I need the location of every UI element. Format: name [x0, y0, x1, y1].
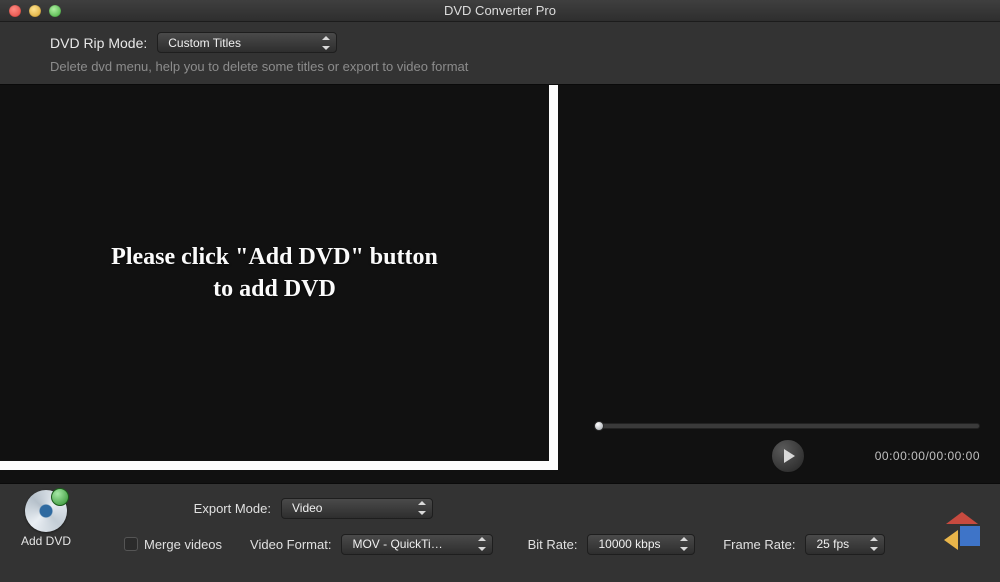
dvd-disc-icon — [25, 490, 67, 532]
rip-mode-label: DVD Rip Mode: — [50, 35, 147, 51]
main-area: Please click "Add DVD" button to add DVD… — [0, 84, 1000, 484]
add-dvd-placeholder: Please click "Add DVD" button to add DVD — [111, 241, 438, 306]
frame-rate-select[interactable]: 25 fps — [805, 534, 885, 555]
video-format-label: Video Format: — [250, 537, 331, 552]
video-format-value: MOV - QuickTi… — [352, 537, 442, 551]
window-title: DVD Converter Pro — [0, 3, 1000, 18]
titlebar: DVD Converter Pro — [0, 0, 1000, 22]
preview-pane: 00:00:00/00:00:00 — [575, 85, 1000, 483]
checkbox-box-icon — [124, 537, 138, 551]
timecode: 00:00:00/00:00:00 — [875, 449, 980, 463]
convert-arrows-icon — [940, 510, 984, 550]
frame-rate-value: 25 fps — [816, 537, 849, 551]
window-close-button[interactable] — [9, 5, 21, 17]
bit-rate-label: Bit Rate: — [519, 537, 577, 552]
preview-video-area — [575, 85, 1000, 415]
play-button[interactable] — [771, 439, 805, 473]
video-format-select[interactable]: MOV - QuickTi… — [341, 534, 493, 555]
export-mode-label: Export Mode: — [181, 501, 271, 516]
bit-rate-value: 10000 kbps — [598, 537, 660, 551]
updown-arrows-icon — [870, 537, 878, 551]
window-minimize-button[interactable] — [29, 5, 41, 17]
updown-arrows-icon — [680, 537, 688, 551]
updown-arrows-icon — [322, 36, 330, 50]
seek-thumb[interactable] — [594, 421, 604, 431]
footer: Add DVD Export Mode: Video Merge videos … — [0, 484, 1000, 562]
convert-button[interactable] — [940, 510, 984, 550]
add-dvd-label: Add DVD — [16, 534, 76, 548]
export-mode-select[interactable]: Video — [281, 498, 433, 519]
merge-videos-label: Merge videos — [144, 537, 222, 552]
updown-arrows-icon — [478, 537, 486, 551]
rip-mode-hint: Delete dvd menu, help you to delete some… — [0, 57, 1000, 84]
bit-rate-select[interactable]: 10000 kbps — [587, 534, 695, 555]
export-mode-value: Video — [292, 501, 322, 515]
rip-mode-select[interactable]: Custom Titles — [157, 32, 337, 53]
title-list-pane: Please click "Add DVD" button to add DVD — [0, 85, 575, 483]
rip-mode-value: Custom Titles — [168, 36, 241, 50]
updown-arrows-icon — [418, 501, 426, 515]
merge-videos-checkbox[interactable]: Merge videos — [124, 537, 222, 552]
seek-slider[interactable] — [595, 423, 980, 429]
window-zoom-button[interactable] — [49, 5, 61, 17]
add-dvd-button[interactable]: Add DVD — [16, 490, 76, 548]
frame-rate-label: Frame Rate: — [717, 537, 795, 552]
